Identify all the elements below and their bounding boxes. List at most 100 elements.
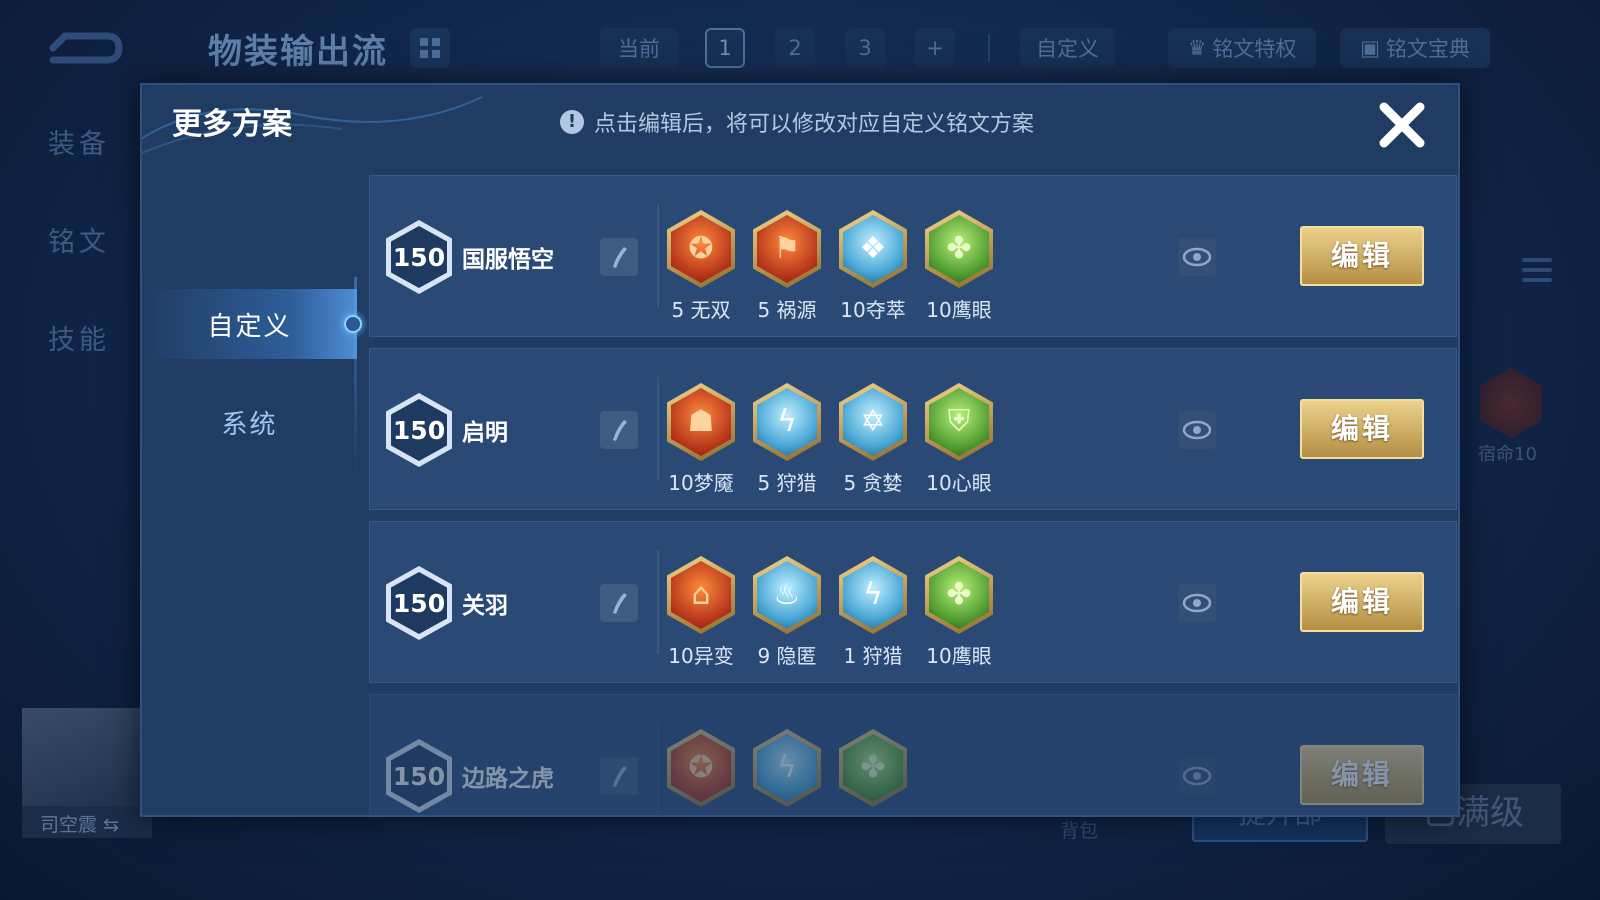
level-badge-icon: 150 (386, 220, 452, 294)
tab-custom-plans[interactable]: 自定义 (142, 289, 357, 359)
rune-label: 10夺萃 (840, 298, 906, 322)
privilege-button[interactable]: ♛ 铭文特权 (1168, 28, 1316, 68)
tab-3[interactable]: 3 (845, 28, 885, 68)
rune-label: 10异变 (668, 644, 734, 668)
rename-button[interactable] (600, 584, 638, 622)
plan-row: 150 边路之虎 编辑 ✪ ϟ ✤ (369, 694, 1457, 815)
edit-button[interactable]: 编辑 (1300, 572, 1424, 632)
selected-indicator-icon (344, 315, 362, 333)
plan-row: 150 关羽 编辑 ⌂ 10异变 ♨ 9 隐匿 ϟ 1 狩猎 ✤ 10鹰眼 (369, 521, 1457, 683)
more-plans-dialog: 更多方案 ! 点击编辑后，将可以修改对应自定义铭文方案 自定义 系统 150 国服… (140, 83, 1460, 817)
tab-add[interactable]: + (915, 28, 955, 68)
row-divider (657, 723, 659, 815)
dialog-title: 更多方案 (172, 107, 292, 142)
tab-2[interactable]: 2 (775, 28, 815, 68)
manual-button[interactable]: ▣ 铭文宝典 (1340, 28, 1490, 68)
privilege-label: 铭文特权 (1212, 37, 1297, 61)
rune-label: 5 狩猎 (757, 471, 817, 495)
pen-icon (613, 247, 627, 268)
plan-level: 150 (391, 745, 447, 807)
rune-clover-icon[interactable]: ✤ (925, 556, 993, 634)
rename-button[interactable] (600, 411, 638, 449)
level-badge-icon: 150 (386, 566, 452, 640)
preview-button[interactable] (1178, 238, 1216, 276)
rune-label: 5 祸源 (757, 298, 817, 322)
plan-level: 150 (391, 399, 447, 461)
level-badge-icon: 150 (386, 393, 452, 467)
rune-star-icon[interactable]: ✡ (839, 383, 907, 461)
hero-name[interactable]: 司空震 ⇆ (22, 806, 152, 838)
level-badge-icon: 150 (386, 739, 452, 813)
rune-label: 10鹰眼 (926, 644, 992, 668)
pen-icon (613, 420, 627, 441)
tab-system-plans[interactable]: 系统 (142, 387, 357, 457)
row-divider (657, 204, 659, 308)
rune-crest-icon[interactable]: ✪ (667, 729, 735, 807)
rune-lightning-icon[interactable]: ϟ (839, 556, 907, 634)
rune-lightning-icon[interactable]: ϟ (753, 729, 821, 807)
divider (988, 34, 990, 62)
plan-row: 150 启明 编辑 ☗ 10梦魇 ϟ 5 狩猎 ✡ 5 贪婪 ⛨ 10心眼 (369, 348, 1457, 510)
back-icon[interactable] (45, 28, 123, 68)
rune-clover-icon[interactable]: ✤ (839, 729, 907, 807)
plan-level: 150 (391, 226, 447, 288)
nav-runes[interactable]: 铭文 (48, 220, 110, 259)
close-icon[interactable] (1374, 97, 1430, 153)
info-icon: ! (560, 110, 584, 134)
rune-crest-icon[interactable]: ✪ (667, 210, 735, 288)
plan-level: 150 (391, 572, 447, 634)
row-divider (657, 550, 659, 654)
edit-button[interactable]: 编辑 (1300, 745, 1424, 805)
plan-name: 关羽 (462, 593, 508, 619)
plan-title: 物装输出流 (208, 32, 388, 72)
top-bar: 物装输出流 当前 1 2 3 + 自定义 ♛ 铭文特权 ▣ 铭文宝典 (0, 0, 1600, 90)
bag-label[interactable]: 背包 (1060, 816, 1098, 843)
manual-label: 铭文宝典 (1385, 37, 1470, 61)
nav-skills[interactable]: 技能 (48, 318, 110, 357)
fate-rune-label: 宿命10 (1478, 444, 1537, 465)
rune-label: 10心眼 (926, 471, 992, 495)
rune-banner-icon[interactable]: ⚑ (753, 210, 821, 288)
eye-icon (1182, 247, 1212, 267)
preview-button[interactable] (1178, 757, 1216, 795)
preview-button[interactable] (1178, 584, 1216, 622)
hint-label: 点击编辑后，将可以修改对应自定义铭文方案 (594, 112, 1035, 137)
rune-label: 5 贪婪 (843, 471, 903, 495)
eye-icon (1182, 420, 1212, 440)
tab-1[interactable]: 1 (705, 28, 745, 68)
rename-button[interactable] (600, 238, 638, 276)
rune-label: 10鹰眼 (926, 298, 992, 322)
nav-equipment[interactable]: 装备 (48, 122, 110, 161)
rename-button[interactable] (600, 757, 638, 795)
plan-name: 边路之虎 (462, 766, 554, 792)
dialog-header: 更多方案 ! 点击编辑后，将可以修改对应自定义铭文方案 (142, 85, 1458, 169)
rune-flame-icon[interactable]: ♨ (753, 556, 821, 634)
edit-button[interactable]: 编辑 (1300, 226, 1424, 286)
crown-icon: ♛ (1187, 36, 1207, 60)
plan-name: 启明 (462, 420, 508, 446)
grid-icon[interactable] (410, 28, 450, 68)
tab-custom[interactable]: 自定义 (1020, 28, 1115, 68)
row-divider (657, 377, 659, 481)
book-icon: ▣ (1360, 36, 1380, 60)
rune-knot-icon[interactable]: ❖ (839, 210, 907, 288)
side-tabs: 自定义 系统 (142, 169, 362, 815)
rune-lightning-icon[interactable]: ϟ (753, 383, 821, 461)
plan-list: 150 国服悟空 编辑 ✪ 5 无双 ⚑ 5 祸源 ❖ 10夺萃 ✤ 10鹰眼 150 启明 编辑 ☗ 10梦… (369, 175, 1457, 815)
rune-shield-icon[interactable]: ⛨ (925, 383, 993, 461)
rune-arch-icon[interactable]: ⌂ (667, 556, 735, 634)
menu-icon[interactable] (1522, 258, 1552, 296)
preview-button[interactable] (1178, 411, 1216, 449)
plan-row: 150 国服悟空 编辑 ✪ 5 无双 ⚑ 5 祸源 ❖ 10夺萃 ✤ 10鹰眼 (369, 175, 1457, 337)
eye-icon (1182, 593, 1212, 613)
edit-button[interactable]: 编辑 (1300, 399, 1424, 459)
plan-name: 国服悟空 (462, 247, 554, 273)
rune-label: 1 狩猎 (843, 644, 903, 668)
pen-icon (613, 766, 627, 787)
rune-mask-icon[interactable]: ☗ (667, 383, 735, 461)
rune-clover-icon[interactable]: ✤ (925, 210, 993, 288)
hero-avatar[interactable] (22, 708, 140, 820)
rune-label: 10梦魇 (668, 471, 734, 495)
tab-current[interactable]: 当前 (600, 28, 678, 68)
pen-icon (613, 593, 627, 614)
